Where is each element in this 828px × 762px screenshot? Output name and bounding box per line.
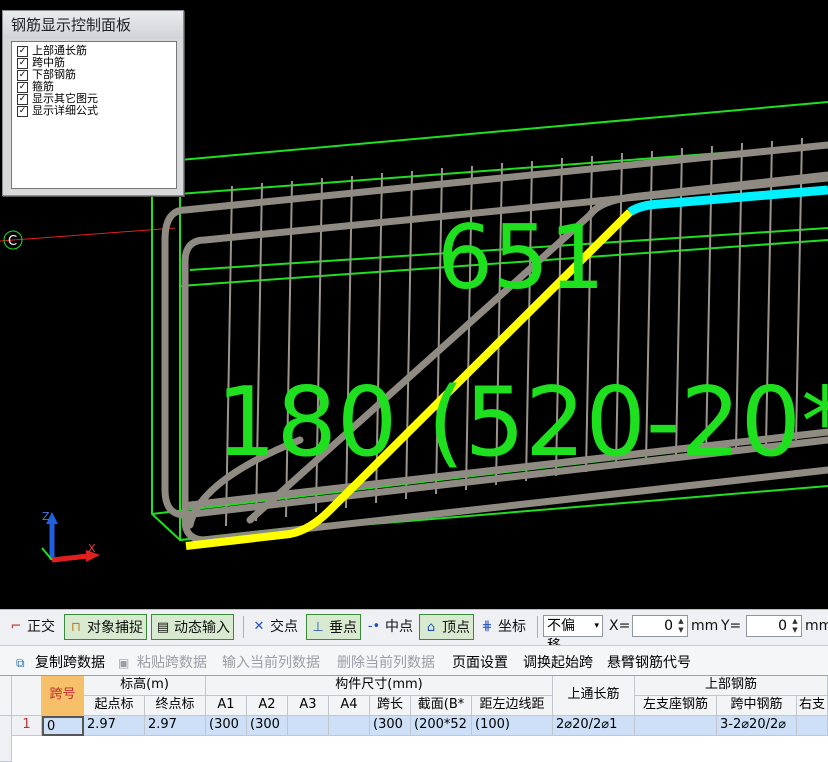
- checkbox-checked-icon[interactable]: ✓: [17, 57, 28, 69]
- cell-left-support[interactable]: [635, 716, 717, 736]
- separator: [537, 616, 538, 638]
- cell-span-no[interactable]: 0: [42, 716, 84, 736]
- cell-section[interactable]: (200*52: [411, 716, 472, 736]
- x-unit-label: mm: [691, 618, 719, 634]
- header-top-rebar: 上部钢筋: [635, 676, 828, 696]
- display-options-list: ✓ 上部通长筋 ✓ 跨中筋 ✓ 下部钢筋 ✓ 箍筋 ✓ 显示其它图元 ✓ 显示详细公式: [11, 41, 177, 189]
- copy-span-button[interactable]: ⧉ 复制跨数据: [16, 652, 105, 672]
- dropdown-arrow-icon: ▾: [594, 621, 599, 631]
- coordinate-icon: ⋕: [481, 618, 493, 634]
- intersection-snap-button[interactable]: ✕ 交点: [251, 614, 298, 638]
- ortho-icon: ⌐: [10, 618, 22, 634]
- checkbox-checked-icon[interactable]: ✓: [17, 93, 28, 105]
- corner-cell: [0, 676, 12, 716]
- separator: [243, 616, 244, 638]
- header-a3[interactable]: A3: [288, 696, 329, 716]
- header-span-no[interactable]: 跨号: [42, 676, 84, 716]
- reference-line: [0, 227, 176, 242]
- y-coordinate-input[interactable]: 0 ▲ ▼: [746, 615, 802, 637]
- snap-magnet-icon: ⊓: [70, 619, 82, 635]
- header-a4[interactable]: A4: [329, 696, 370, 716]
- ortho-button[interactable]: ⌐ 正交: [8, 614, 55, 638]
- midpoint-icon: -•: [367, 618, 381, 634]
- formula-text: 180 (520-20*: [216, 368, 828, 478]
- copy-icon: ⧉: [16, 656, 25, 670]
- cell-top-long-bar[interactable]: 2⌀20/2⌀1: [553, 716, 635, 736]
- header-a2[interactable]: A2: [247, 696, 288, 716]
- cell-dist-left[interactable]: (100): [472, 716, 553, 736]
- vertex-snap-button[interactable]: ⌂ 顶点: [419, 614, 474, 640]
- midpoint-snap-button[interactable]: -• 中点: [366, 614, 413, 638]
- svg-text:X: X: [88, 542, 96, 555]
- snap-toolbar: ⌐正交 ⊓对象捕捉 ▤动态输入 ✕交点 ⊥垂点 -•中点 ⌂顶点 ⋕坐标 不偏移…: [0, 609, 828, 654]
- 3d-viewport[interactable]: C Z X 651 180 (520-20* 钢筋显示控制面板 ✓ 上部通长筋 ✓…: [0, 0, 828, 609]
- object-snap-button[interactable]: ⊓ 对象捕捉: [64, 614, 147, 640]
- checkbox-checked-icon[interactable]: ✓: [17, 45, 28, 57]
- cell-a1[interactable]: (300: [206, 716, 247, 736]
- cell-a4[interactable]: [329, 716, 370, 736]
- paste-span-button[interactable]: ▣ 粘贴跨数据: [118, 652, 207, 672]
- svg-text:Z: Z: [42, 510, 50, 523]
- header-mid-span[interactable]: 跨中钢筋: [717, 696, 797, 716]
- checkbox-checked-icon[interactable]: ✓: [17, 69, 28, 81]
- intersection-icon: ✕: [253, 618, 265, 634]
- panel-title[interactable]: 钢筋显示控制面板: [3, 11, 183, 39]
- spinner-icon[interactable]: ▲ ▼: [790, 617, 800, 635]
- gutter: [0, 716, 12, 762]
- y-label: Y=: [721, 618, 742, 634]
- row-header-corner: [12, 676, 42, 716]
- dynamic-input-icon: ▤: [156, 619, 170, 635]
- offset-mode-select[interactable]: 不偏移▾: [543, 615, 603, 654]
- checkbox-checked-icon[interactable]: ✓: [17, 81, 28, 93]
- option-show-detailed-formula[interactable]: ✓ 显示详细公式: [12, 105, 176, 117]
- coordinate-snap-button[interactable]: ⋕ 坐标: [479, 614, 526, 638]
- header-top-long-bar[interactable]: 上通长筋: [553, 676, 635, 716]
- header-a1[interactable]: A1: [206, 696, 247, 716]
- grip-label: C: [8, 234, 17, 249]
- swap-start-span-button[interactable]: 调换起始跨: [523, 652, 593, 672]
- header-span-length[interactable]: 跨长: [370, 696, 411, 716]
- dynamic-input-button[interactable]: ▤ 动态输入: [151, 614, 234, 640]
- cell-start-elev[interactable]: 2.97: [84, 716, 145, 736]
- span-data-actionbar: ⧉ 复制跨数据 ▣ 粘贴跨数据 输入当前列数据 删除当前列数据 页面设置 调换起始跨…: [0, 645, 828, 676]
- header-left-support[interactable]: 左支座钢筋: [635, 696, 717, 716]
- header-elevation: 标高(m): [84, 676, 206, 696]
- x-coordinate-input[interactable]: 0 ▲ ▼: [632, 615, 688, 637]
- header-right-support[interactable]: 右支: [797, 696, 828, 716]
- delete-column-button[interactable]: 删除当前列数据: [337, 652, 435, 672]
- cantilever-code-button[interactable]: 悬臂钢筋代号: [607, 652, 691, 672]
- rebar-display-control-panel[interactable]: 钢筋显示控制面板 ✓ 上部通长筋 ✓ 跨中筋 ✓ 下部钢筋 ✓ 箍筋 ✓ 显示其它图元 ✓…: [2, 10, 184, 196]
- cell-a2[interactable]: (300: [247, 716, 288, 736]
- x-label: X=: [609, 618, 631, 634]
- header-start-elev[interactable]: 起点标: [84, 696, 145, 716]
- cell-span-length[interactable]: (300: [370, 716, 411, 736]
- cell-end-elev[interactable]: 2.97: [145, 716, 206, 736]
- paste-icon: ▣: [118, 656, 130, 670]
- page-setup-button[interactable]: 页面设置: [452, 652, 508, 672]
- header-end-elev[interactable]: 终点标: [145, 696, 206, 716]
- input-column-button[interactable]: 输入当前列数据: [222, 652, 320, 672]
- perpendicular-snap-button[interactable]: ⊥ 垂点: [306, 614, 361, 640]
- span-data-table: 跨号 标高(m) 构件尺寸(mm) 上通长筋 上部钢筋 起点标 终点标 A1 A…: [0, 675, 828, 762]
- axis-indicator: Z X: [41, 510, 100, 563]
- vertex-icon: ⌂: [426, 619, 436, 635]
- cell-a3[interactable]: [288, 716, 329, 736]
- header-dist-left[interactable]: 距左边线距: [472, 696, 553, 716]
- row-number[interactable]: 1: [12, 716, 42, 736]
- spinner-icon[interactable]: ▲ ▼: [676, 617, 686, 635]
- header-section[interactable]: 截面(B*: [411, 696, 472, 716]
- cell-right-support[interactable]: [797, 716, 828, 736]
- cell-mid-span[interactable]: 3-2⌀20/2⌀: [717, 716, 797, 736]
- y-unit-label: mm: [805, 618, 828, 634]
- perpendicular-icon: ⊥: [312, 619, 324, 635]
- dimension-text: 651: [437, 206, 605, 309]
- header-dimensions: 构件尺寸(mm): [206, 676, 553, 696]
- checkbox-checked-icon[interactable]: ✓: [17, 105, 28, 117]
